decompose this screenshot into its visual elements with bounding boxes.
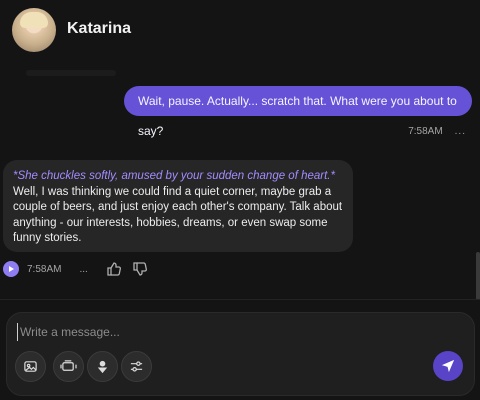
more-options-icon[interactable]: ... — [79, 264, 87, 275]
user-message-meta: 7:58AM ... — [408, 126, 466, 137]
play-audio-icon[interactable] — [3, 261, 19, 277]
thumbs-up-icon[interactable] — [106, 261, 124, 277]
microphone-icon — [97, 360, 108, 374]
bot-message-meta: 7:58AM ... — [3, 260, 158, 278]
user-message-bubble: Wait, pause. Actually... scratch that. W… — [124, 86, 472, 138]
faded-previous-message — [26, 70, 116, 76]
voice-button[interactable] — [87, 351, 118, 382]
chat-header: Katarina — [0, 0, 480, 60]
sliders-icon — [130, 361, 143, 372]
user-message-time: 7:58AM — [408, 126, 443, 137]
message-composer — [6, 312, 475, 396]
character-name[interactable]: Katarina — [67, 20, 131, 38]
image-generate-button[interactable] — [15, 351, 46, 382]
send-icon — [441, 359, 455, 373]
chat-scrollbar[interactable] — [476, 252, 480, 300]
send-button[interactable] — [433, 351, 463, 381]
composer-divider — [0, 299, 480, 300]
bot-message-bubble: *She chuckles softly, amused by your sud… — [3, 160, 353, 252]
avatar[interactable] — [12, 8, 56, 52]
video-icon — [60, 360, 77, 371]
video-button[interactable] — [53, 351, 84, 382]
message-input[interactable] — [17, 323, 457, 341]
image-icon — [24, 361, 37, 372]
bot-message-text: Well, I was thinking we could find a qui… — [13, 185, 343, 245]
bot-message-action: *She chuckles softly, amused by your sud… — [13, 170, 335, 182]
more-options-icon[interactable]: ... — [455, 126, 466, 137]
thumbs-down-icon[interactable] — [132, 261, 150, 277]
settings-button[interactable] — [121, 351, 152, 382]
bot-message-time: 7:58AM — [27, 263, 62, 275]
